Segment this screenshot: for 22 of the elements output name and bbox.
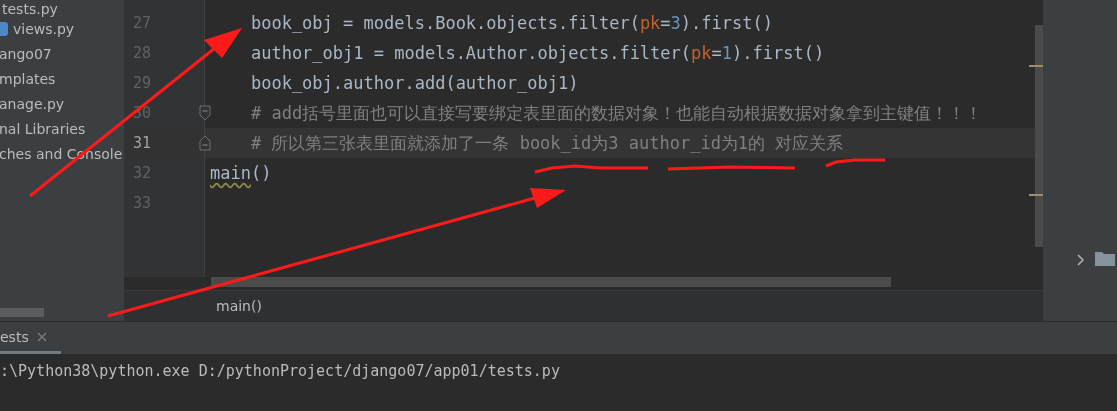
code-line: author_obj1 = models.Author.objects.filter(pk=1).first(): [249, 42, 825, 64]
scrollbar-thumb[interactable]: [211, 277, 891, 287]
annotation-underline: [825, 158, 885, 168]
scrollbar-thumb[interactable]: [1035, 25, 1043, 247]
close-icon[interactable]: [36, 331, 47, 342]
code-line: main(): [210, 162, 272, 184]
line-number: 31: [133, 134, 152, 152]
fold-icon[interactable]: [199, 105, 211, 121]
tree-item[interactable]: tests.py: [0, 2, 58, 16]
code-line: book_obj = models.Book.objects.filter(pk=3).first(): [249, 12, 773, 34]
code-line: book_obj.author.add(author_obj1): [249, 72, 579, 94]
fold-icon[interactable]: [199, 135, 211, 151]
code-line: # add括号里面也可以直接写要绑定表里面的数据对象！也能自动根据数据对象拿到主键值！！！: [249, 102, 983, 124]
run-tab[interactable]: ests: [0, 322, 61, 354]
breadcrumb[interactable]: main(): [216, 298, 262, 314]
folder-icon: [1095, 252, 1115, 266]
console-line: :\Python38\python.exe D:/pythonProject/django07/app01/tests.py: [0, 362, 561, 380]
scroll-marker: [1029, 194, 1043, 196]
scroll-marker: [1029, 65, 1043, 67]
chevron-icon[interactable]: [1077, 254, 1085, 266]
code-line: # 所以第三张表里面就添加了一条 book_id为3 author_id为1的 对应关系: [249, 132, 844, 154]
scrollbar-thumb[interactable]: [0, 308, 44, 317]
